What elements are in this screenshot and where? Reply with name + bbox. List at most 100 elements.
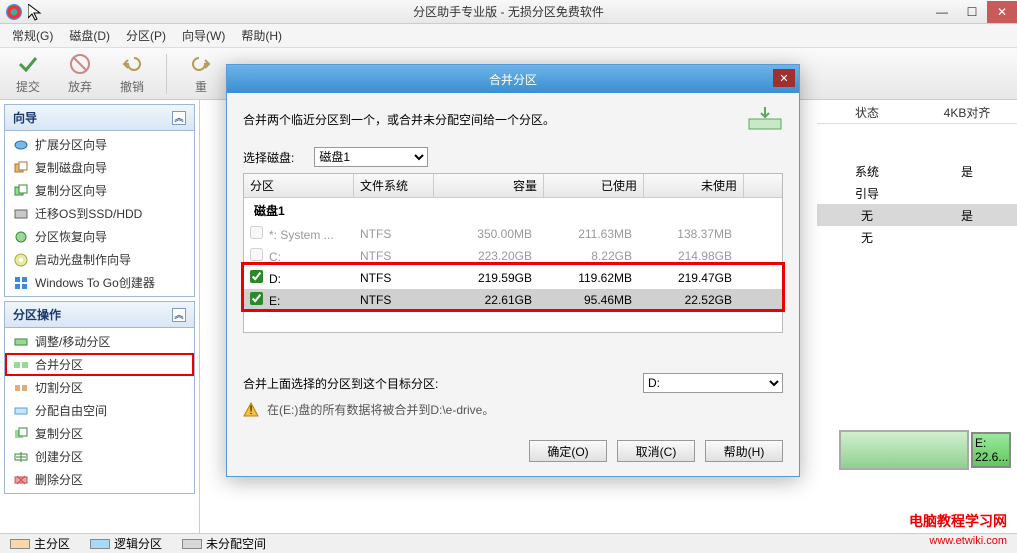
data-row[interactable]: 无 — [817, 226, 1017, 248]
disk-box-label: E: — [975, 436, 1007, 450]
merge-dialog: 合并分区 ✕ 合并两个临近分区到一个，或合并未分配空间给一个分区。 选择磁盘: … — [226, 64, 800, 477]
redo-button[interactable]: 重 — [179, 52, 223, 95]
merge-graphic-icon — [747, 105, 783, 133]
sidebar-item-label: 复制磁盘向导 — [35, 159, 107, 176]
disk-select-label: 选择磁盘: — [243, 149, 294, 166]
data-row[interactable]: 无是 — [817, 204, 1017, 226]
table-row[interactable]: *: System ... NTFS 350.00MB 211.63MB 138… — [244, 223, 782, 245]
sidebar-item-extend[interactable]: 扩展分区向导 — [5, 133, 194, 156]
hdr-used[interactable]: 已使用 — [544, 174, 644, 197]
wizard-panel-header[interactable]: 向导 ︽ — [5, 105, 194, 131]
dialog-description: 合并两个临近分区到一个，或合并未分配空间给一个分区。 — [243, 111, 555, 128]
dialog-titlebar[interactable]: 合并分区 ✕ — [227, 65, 799, 93]
legend-logical: 逻辑分区 — [90, 535, 162, 552]
dialog-body: 合并两个临近分区到一个，或合并未分配空间给一个分区。 选择磁盘: 磁盘1 分区 … — [227, 93, 799, 430]
sidebar: 向导 ︽ 扩展分区向导 复制磁盘向导 复制分区向导 迁移OS到SSD/HDD 分… — [0, 100, 200, 533]
ssd-icon — [13, 206, 29, 222]
sidebar-item-split[interactable]: 切割分区 — [5, 376, 194, 399]
sidebar-item-label: 切割分区 — [35, 379, 83, 396]
dialog-description-row: 合并两个临近分区到一个，或合并未分配空间给一个分区。 — [243, 105, 783, 133]
minimize-button[interactable]: — — [927, 1, 957, 23]
sidebar-item-create[interactable]: 创建分区 — [5, 445, 194, 468]
help-button[interactable]: 帮助(H) — [705, 440, 783, 462]
sidebar-item-copypart[interactable]: 复制分区向导 — [5, 179, 194, 202]
data-row[interactable]: 系统是 — [817, 160, 1017, 182]
sidebar-item-migrate[interactable]: 迁移OS到SSD/HDD — [5, 202, 194, 225]
sidebar-item-label: 启动光盘制作向导 — [35, 251, 131, 268]
menu-disk[interactable]: 磁盘(D) — [61, 25, 118, 46]
right-data-rows: 系统是 引导 无是 无 — [817, 160, 1017, 248]
disk-select-row: 选择磁盘: 磁盘1 — [243, 147, 783, 167]
undo-button[interactable]: 撤销 — [110, 52, 154, 95]
col-status: 状态 — [817, 100, 917, 123]
allocate-icon — [13, 403, 29, 419]
sidebar-item-bootcd[interactable]: 启动光盘制作向导 — [5, 248, 194, 271]
swatch-icon — [10, 539, 30, 549]
app-title: 分区助手专业版 - 无损分区免费软件 — [413, 3, 604, 20]
ops-panel: 分区操作 ︽ 调整/移动分区 合并分区 切割分区 分配自由空间 复制分区 创建分… — [4, 301, 195, 494]
legend-primary: 主分区 — [10, 535, 70, 552]
ok-button[interactable]: 确定(O) — [529, 440, 607, 462]
discard-label: 放弃 — [68, 78, 92, 95]
sidebar-item-wintogo[interactable]: Windows To Go创建器 — [5, 271, 194, 294]
cancel-button[interactable]: 取消(C) — [617, 440, 695, 462]
sidebar-item-delete[interactable]: 删除分区 — [5, 468, 194, 491]
ops-panel-body: 调整/移动分区 合并分区 切割分区 分配自由空间 复制分区 创建分区 删除分区 — [5, 328, 194, 493]
target-select[interactable]: D: — [643, 373, 783, 393]
row-checkbox — [250, 226, 263, 239]
redo-icon — [189, 52, 213, 76]
sidebar-item-label: 创建分区 — [35, 448, 83, 465]
hdr-fs[interactable]: 文件系统 — [354, 174, 434, 197]
menu-general[interactable]: 常规(G) — [4, 25, 61, 46]
table-row[interactable]: E: NTFS 22.61GB 95.46MB 22.52GB — [244, 289, 782, 311]
sidebar-item-label: Windows To Go创建器 — [35, 274, 155, 291]
column-headers: 状态 4KB对齐 — [817, 100, 1017, 124]
disk-bar[interactable] — [839, 430, 969, 470]
sidebar-item-copydisk[interactable]: 复制磁盘向导 — [5, 156, 194, 179]
maximize-button[interactable]: ☐ — [957, 1, 987, 23]
hdr-free[interactable]: 未使用 — [644, 174, 744, 197]
menu-wizard[interactable]: 向导(W) — [174, 25, 233, 46]
sidebar-item-label: 复制分区向导 — [35, 182, 107, 199]
table-row[interactable]: D: NTFS 219.59GB 119.62MB 219.47GB — [244, 267, 782, 289]
swatch-icon — [90, 539, 110, 549]
wizard-panel-title: 向导 — [13, 109, 37, 126]
warning-row: ! 在(E:)盘的所有数据将被合并到D:\e-drive。 — [243, 401, 783, 418]
check-icon — [16, 52, 40, 76]
table-body: 磁盘1 *: System ... NTFS 350.00MB 211.63MB… — [244, 198, 782, 311]
ops-panel-title: 分区操作 — [13, 306, 61, 323]
discard-icon — [68, 52, 92, 76]
menu-help[interactable]: 帮助(H) — [233, 25, 290, 46]
hdr-capacity[interactable]: 容量 — [434, 174, 544, 197]
menu-partition[interactable]: 分区(P) — [118, 25, 174, 46]
sidebar-item-merge[interactable]: 合并分区 — [5, 353, 194, 376]
sidebar-item-copypart2[interactable]: 复制分区 — [5, 422, 194, 445]
sidebar-item-recover[interactable]: 分区恢复向导 — [5, 225, 194, 248]
warning-text: 在(E:)盘的所有数据将被合并到D:\e-drive。 — [267, 401, 494, 418]
warning-icon: ! — [243, 402, 259, 418]
chevron-up-icon[interactable]: ︽ — [172, 111, 186, 125]
row-checkbox[interactable] — [250, 270, 263, 283]
row-checkbox[interactable] — [250, 292, 263, 305]
chevron-up-icon[interactable]: ︽ — [172, 308, 186, 322]
discard-button[interactable]: 放弃 — [58, 52, 102, 95]
close-button[interactable]: ✕ — [987, 1, 1017, 23]
sidebar-item-resize[interactable]: 调整/移动分区 — [5, 330, 194, 353]
dialog-title: 合并分区 — [489, 71, 537, 88]
dialog-buttons: 确定(O) 取消(C) 帮助(H) — [227, 430, 799, 476]
disk-select[interactable]: 磁盘1 — [314, 147, 428, 167]
sidebar-item-label: 删除分区 — [35, 471, 83, 488]
dialog-close-button[interactable]: ✕ — [773, 69, 795, 87]
cd-icon — [13, 252, 29, 268]
ops-panel-header[interactable]: 分区操作 ︽ — [5, 302, 194, 328]
copy-icon — [13, 426, 29, 442]
disk-box-e[interactable]: E: 22.6... — [971, 432, 1011, 468]
hdr-partition[interactable]: 分区 — [244, 174, 354, 197]
partition-table: 分区 文件系统 容量 已使用 未使用 磁盘1 *: System ... NTF… — [243, 173, 783, 333]
legend-unalloc: 未分配空间 — [182, 535, 266, 552]
data-row[interactable]: 引导 — [817, 182, 1017, 204]
table-row[interactable]: C: NTFS 223.20GB 8.22GB 214.98GB — [244, 245, 782, 267]
target-label: 合并上面选择的分区到这个目标分区: — [243, 375, 438, 392]
sidebar-item-allocate[interactable]: 分配自由空间 — [5, 399, 194, 422]
commit-button[interactable]: 提交 — [6, 52, 50, 95]
